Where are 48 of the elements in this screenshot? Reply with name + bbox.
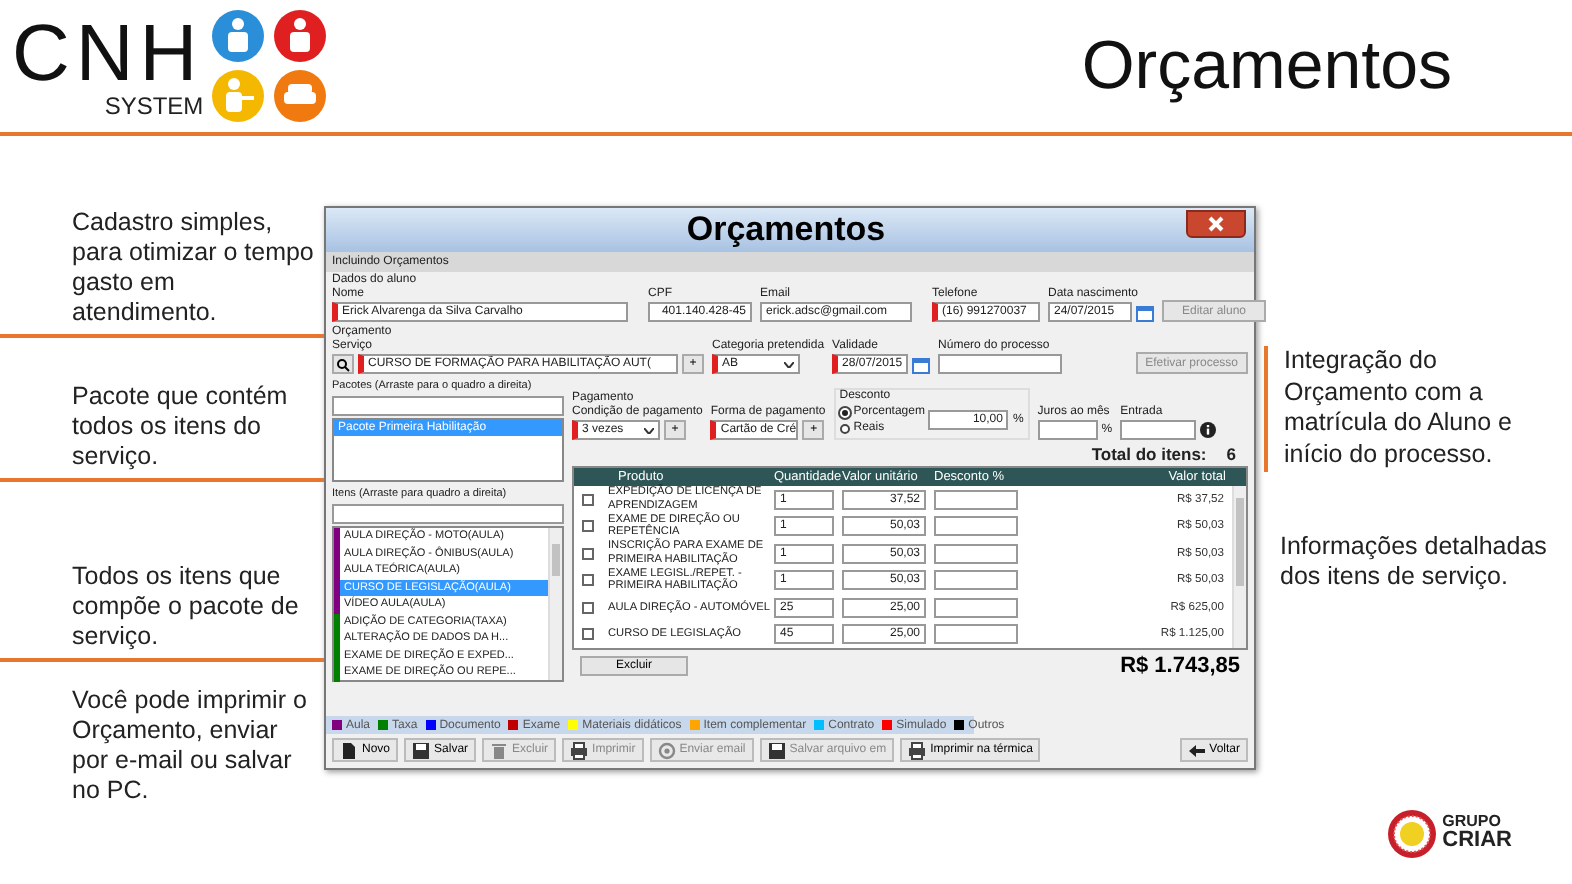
discount-field[interactable] xyxy=(934,624,1018,645)
interest-field[interactable] xyxy=(1037,420,1098,440)
back-arrow-icon xyxy=(1187,741,1206,759)
printer-icon xyxy=(908,741,927,759)
scrollbar[interactable] xyxy=(548,528,562,680)
logo-text: CRIAR xyxy=(1442,830,1512,852)
logo-text: GRUPO xyxy=(1442,814,1503,830)
search-field[interactable] xyxy=(332,504,564,524)
search-field[interactable] xyxy=(332,396,564,416)
search-icon xyxy=(336,357,350,371)
printer-icon xyxy=(570,741,589,759)
logo-figures-drawing xyxy=(207,8,332,124)
discount-field[interactable] xyxy=(934,597,1018,618)
close-button[interactable] xyxy=(1186,210,1246,238)
down-payment-field[interactable] xyxy=(1120,420,1197,440)
discount-field[interactable] xyxy=(934,543,1018,564)
annotation-text: Integração do Orçamento com a matrícula do Aluno e início do processo. xyxy=(1264,346,1572,471)
calendar-icon[interactable] xyxy=(1136,303,1154,321)
annotation-text: Informações detalhadas dos itens de serviço. xyxy=(1278,531,1549,594)
document-icon xyxy=(340,741,358,759)
slide-title: Orçamentos xyxy=(1081,27,1452,105)
close-icon xyxy=(1208,216,1224,232)
caret-icon xyxy=(644,427,654,433)
calendar-icon[interactable] xyxy=(912,355,931,373)
at-sign-icon xyxy=(657,741,676,759)
discount-field[interactable] xyxy=(934,489,1018,510)
total-items-label: Total do itens: xyxy=(1091,444,1207,464)
text-field[interactable] xyxy=(938,354,1063,374)
discount-field[interactable] xyxy=(934,516,1018,537)
checkbox[interactable] xyxy=(582,520,594,533)
grand-total: R$ 1.743,85 xyxy=(1120,654,1240,678)
info-icon[interactable] xyxy=(1200,422,1217,438)
checkbox[interactable] xyxy=(582,601,594,614)
sun-logo-icon xyxy=(1386,807,1439,859)
checkbox[interactable] xyxy=(582,574,594,587)
checkbox[interactable] xyxy=(582,547,594,560)
scrollbar[interactable] xyxy=(1232,486,1246,648)
window-title: Orçamentos xyxy=(684,210,888,250)
logo-subtext: SYSTEM xyxy=(104,94,204,118)
annotation-text: Você pode imprimir o Orçamento, enviar por e-mail ou salvar no PC. xyxy=(70,686,309,808)
search-button[interactable] xyxy=(332,354,354,374)
total-items-value: 6 xyxy=(1226,444,1236,464)
logo-text: CNH xyxy=(12,14,204,94)
checkbox[interactable] xyxy=(582,493,594,506)
checkbox[interactable] xyxy=(582,628,594,641)
trash-icon xyxy=(490,741,509,759)
discount-field[interactable] xyxy=(934,570,1018,591)
caret-icon xyxy=(784,361,794,367)
